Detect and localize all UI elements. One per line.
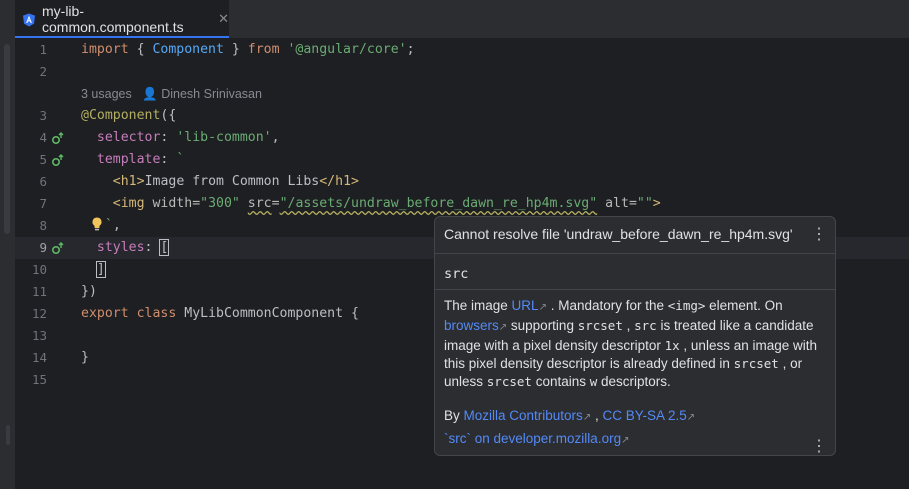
license-link[interactable]: CC BY-SA 2.5 (602, 408, 686, 423)
more-options-icon[interactable]: ⋮ (811, 439, 827, 455)
attribute-name: src (444, 266, 469, 282)
scroll-indicator[interactable] (4, 44, 10, 234)
code-line-14: } (81, 350, 89, 365)
external-link-icon: ↗ (621, 435, 630, 446)
external-link-icon: ↗ (582, 412, 592, 423)
tab-my-lib-common-component[interactable]: my-lib-common.component.ts ✕ (15, 0, 229, 38)
external-link-icon: ↗ (498, 322, 508, 333)
tab-label: my-lib-common.component.ts (42, 3, 184, 35)
line-number: 12 (31, 306, 47, 321)
line-number: 8 (39, 218, 47, 233)
code-line-12: export class MyLibCommonComponent { (81, 306, 359, 321)
line-number-gutter: 1 2 3 4 5 6 7 8 9 10 11 12 13 14 15 (15, 38, 75, 489)
line-number: 5 (39, 152, 47, 167)
editor-tab-bar: my-lib-common.component.ts ✕ (15, 0, 909, 39)
line-number: 15 (31, 372, 47, 387)
mdn-link[interactable]: `src` on developer.mozilla.org (444, 431, 621, 446)
line-number: 9 (39, 240, 47, 255)
line-number: 10 (31, 262, 47, 277)
mdn-link-row: `src` on developer.mozilla.org↗ (444, 431, 629, 446)
override-gutter-icon[interactable] (51, 153, 65, 167)
close-icon[interactable]: ✕ (218, 12, 229, 27)
documentation-popup[interactable]: Cannot resolve file 'undraw_before_dawn_… (434, 216, 836, 456)
person-icon: 👤 (142, 87, 158, 101)
url-link[interactable]: URL (512, 298, 539, 313)
usages-hint[interactable]: 3 usages (81, 87, 132, 101)
code-line-8: `, (81, 215, 121, 237)
line-number: 6 (39, 174, 47, 189)
bottom-indicator (6, 425, 10, 445)
line-number: 11 (31, 284, 47, 299)
line-number: 1 (39, 42, 47, 57)
author-hint[interactable]: Dinesh Srinivasan (161, 87, 262, 101)
contributors-link[interactable]: Mozilla Contributors (464, 408, 583, 423)
code-line-10: ] (95, 261, 106, 278)
line-number: 4 (39, 130, 47, 145)
code-line-1: import { Component } from '@angular/core… (81, 42, 415, 57)
override-gutter-icon[interactable] (51, 131, 65, 145)
popup-error-title: Cannot resolve file 'undraw_before_dawn_… (444, 226, 793, 242)
line-number: 14 (31, 350, 47, 365)
code-vision-hint[interactable]: 3 usages 👤 Dinesh Srinivasan (81, 83, 262, 105)
line-number: 13 (31, 328, 47, 343)
line-number: 7 (39, 196, 47, 211)
code-line-4: selector: 'lib-common', (96, 130, 280, 145)
override-gutter-icon[interactable] (51, 241, 65, 255)
attribution: By Mozilla Contributors↗ , CC BY-SA 2.5↗ (444, 408, 696, 423)
angular-icon (22, 12, 36, 27)
divider (435, 289, 835, 290)
code-line-7: <img width="300" src="/assets/undraw_bef… (112, 196, 661, 211)
external-link-icon: ↗ (538, 302, 547, 313)
lightbulb-icon[interactable] (89, 216, 105, 232)
code-line-5: template: ` (96, 152, 185, 167)
more-options-icon[interactable]: ⋮ (811, 227, 827, 243)
code-line-3: @Component({ (81, 108, 177, 123)
external-link-icon: ↗ (686, 412, 696, 423)
line-number: 2 (39, 64, 47, 79)
line-number: 3 (39, 108, 47, 123)
code-line-6: <h1>Image from Common Libs</h1> (112, 174, 359, 189)
left-tool-strip (0, 0, 16, 489)
browsers-link[interactable]: browsers (444, 318, 499, 333)
code-line-9: styles: [ (96, 239, 170, 256)
divider (435, 253, 835, 254)
code-line-11: }) (81, 284, 97, 299)
attribute-description: The image URL↗ . Mandatory for the <img>… (444, 298, 817, 389)
